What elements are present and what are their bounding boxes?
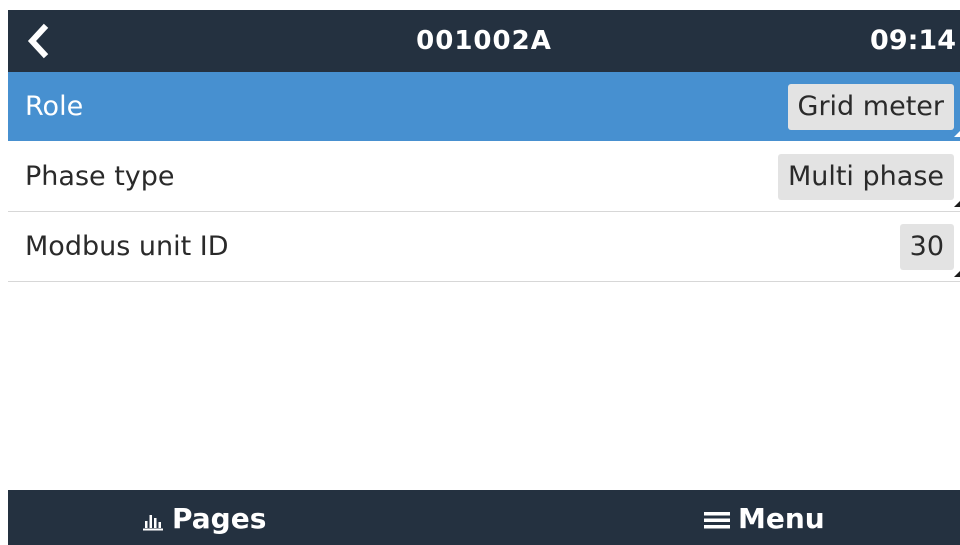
role-value[interactable]: Grid meter: [787, 84, 954, 130]
header-bar: 001002A 09:14: [8, 10, 960, 72]
hamburger-menu-icon: [704, 512, 730, 529]
modbus-unit-id-value[interactable]: 30: [899, 224, 954, 270]
bar-chart-icon: [143, 515, 163, 531]
edit-indicator-icon: [954, 131, 960, 137]
menu-button[interactable]: Menu: [704, 490, 825, 545]
list-item-phase-type[interactable]: Phase type Multi phase: [8, 142, 960, 212]
edit-indicator-icon: [954, 271, 960, 277]
settings-list: Role Grid meter Phase type Multi phase M…: [8, 72, 960, 282]
list-item-role[interactable]: Role Grid meter: [8, 72, 960, 142]
pages-button[interactable]: Pages: [142, 490, 266, 545]
list-item-label: Role: [25, 91, 84, 122]
pages-label: Pages: [172, 502, 267, 535]
clock: 09:14: [870, 25, 956, 56]
screen: 001002A 09:14 Role Grid meter Phase type…: [0, 0, 960, 545]
list-item-modbus-unit-id[interactable]: Modbus unit ID 30: [8, 212, 960, 282]
list-item-label: Phase type: [25, 161, 175, 192]
edit-indicator-icon: [954, 201, 960, 207]
list-item-label: Modbus unit ID: [25, 231, 229, 262]
menu-label: Menu: [738, 502, 825, 535]
phase-type-value[interactable]: Multi phase: [777, 154, 954, 200]
content: 001002A 09:14 Role Grid meter Phase type…: [8, 10, 960, 545]
page-title: 001002A: [416, 26, 552, 56]
footer-bar: Pages Menu: [8, 490, 960, 545]
